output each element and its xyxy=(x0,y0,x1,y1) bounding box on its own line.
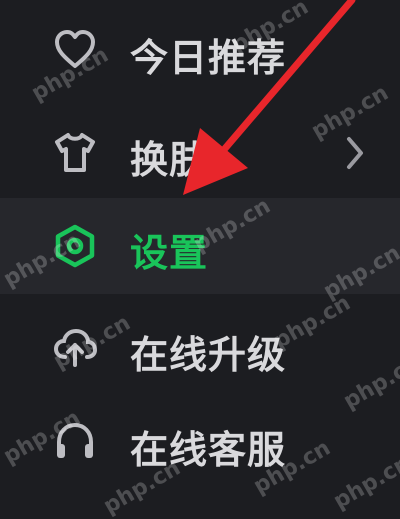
chevron-right-icon xyxy=(340,133,370,173)
menu-item-label: 在线升级 xyxy=(130,333,287,377)
tshirt-icon xyxy=(52,129,98,175)
menu-item-label: 换肤 xyxy=(130,138,209,182)
